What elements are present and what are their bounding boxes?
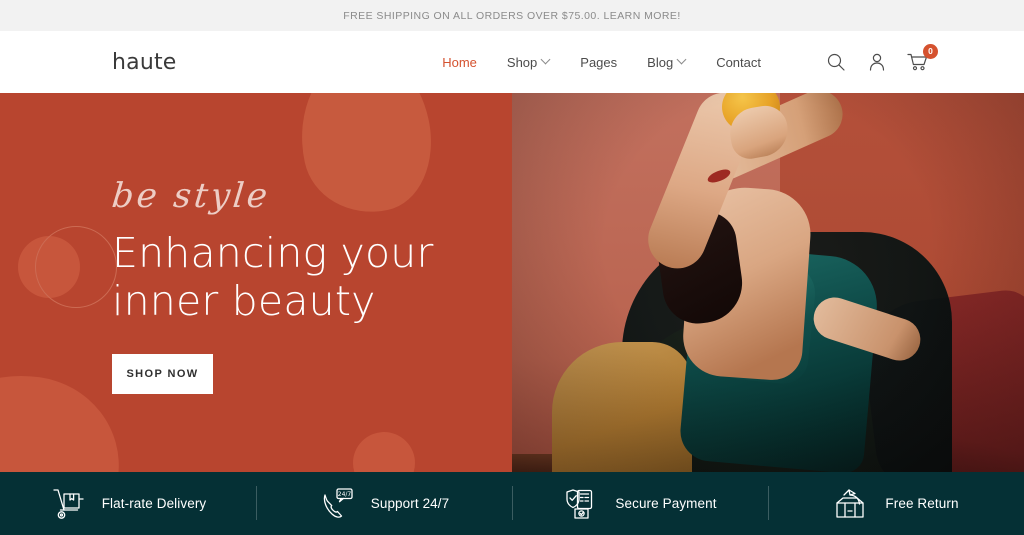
cart-button[interactable]: 0 [907,44,938,73]
feature-label-free-return: Free Return [885,496,959,511]
phone-support-icon: 24/7 [319,485,357,523]
hero-content: be style Enhancing your inner beauty SHO… [0,93,512,394]
header-icons: 0 [825,44,938,73]
decorative-circle-middle [353,432,415,472]
feature-flat-rate-delivery[interactable]: Flat-rate Delivery [0,472,256,535]
main-navigation: Home Shop Pages Blog Contact 0 [442,44,938,73]
nav-item-home[interactable]: Home [442,55,477,70]
page-root: FREE SHIPPING ON ALL ORDERS OVER $75.00.… [0,0,1024,535]
nav-item-pages[interactable]: Pages [580,55,617,70]
nav-label-contact: Contact [716,54,761,70]
hero-photo [512,93,1024,472]
secure-payment-icon [563,485,601,523]
hero-headline: Enhancing your inner beauty [112,229,512,326]
chevron-down-icon [678,56,686,64]
announcement-text[interactable]: FREE SHIPPING ON ALL ORDERS OVER $75.00.… [343,10,681,22]
feature-label-delivery: Flat-rate Delivery [101,496,207,511]
site-logo[interactable]: haute [112,50,177,75]
nav-item-contact[interactable]: Contact [716,55,761,70]
search-button[interactable] [825,51,847,73]
account-button[interactable] [866,51,888,73]
hero-headline-line2: inner beauty [112,277,376,326]
features-bar: Flat-rate Delivery 24/7 Support 24/7 Sec… [0,472,1024,535]
photo-vignette [512,93,1024,472]
feature-free-return[interactable]: Free Return [768,472,1024,535]
feature-secure-payment[interactable]: Secure Payment [512,472,768,535]
delivery-cart-icon [50,485,88,523]
return-box-icon [833,485,871,523]
hero-section: be style Enhancing your inner beauty SHO… [0,93,1024,472]
svg-text:24/7: 24/7 [337,491,351,498]
feature-label-secure-payment: Secure Payment [615,496,717,511]
chevron-down-icon [542,56,550,64]
nav-label-pages: Pages [580,54,618,70]
hero-text-panel: be style Enhancing your inner beauty SHO… [0,93,512,472]
site-header: haute Home Shop Pages Blog Contact 0 [0,31,1024,93]
feature-label-support: Support 24/7 [370,496,450,511]
nav-label-shop: Shop [506,54,538,70]
hero-script-text: be style [109,176,273,216]
nav-item-blog[interactable]: Blog [647,55,686,70]
nav-label-home: Home [442,54,477,70]
hero-image-panel [512,93,1024,472]
nav-item-shop[interactable]: Shop [507,55,550,70]
announcement-bar: FREE SHIPPING ON ALL ORDERS OVER $75.00.… [0,0,1024,31]
search-icon [827,53,845,71]
nav-label-blog: Blog [647,54,674,70]
shop-now-button[interactable]: SHOP NOW [112,353,213,394]
feature-support-247[interactable]: 24/7 Support 24/7 [256,472,512,535]
user-icon [869,53,885,71]
hero-headline-line1: Enhancing your [112,229,434,277]
cart-count-badge: 0 [923,44,938,59]
